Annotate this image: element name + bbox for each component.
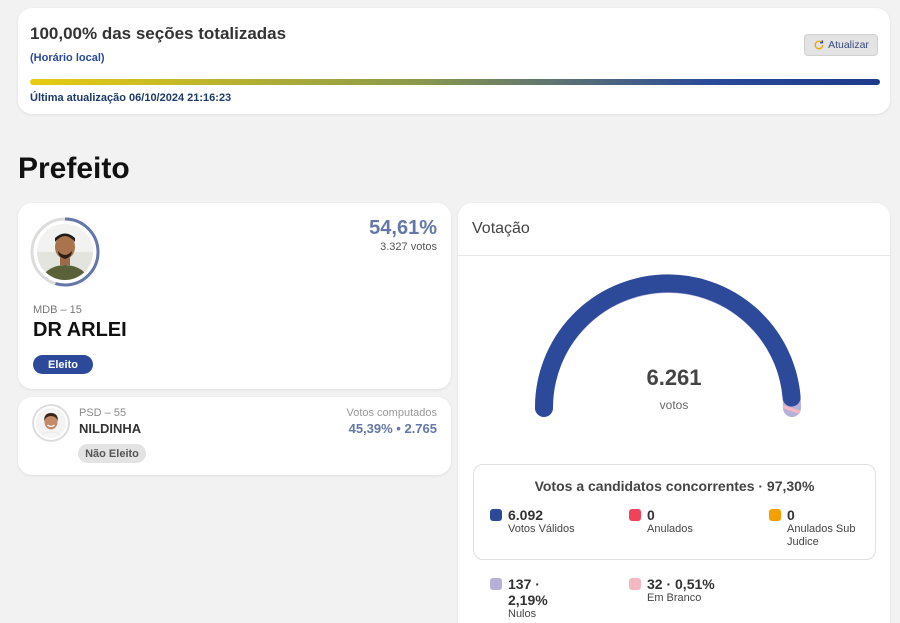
divider [458, 255, 890, 256]
candidate-photo-avatar [32, 404, 70, 442]
legend-value: 0 [647, 507, 655, 523]
progress-fill [30, 79, 880, 85]
refresh-button[interactable]: Atualizar [804, 34, 878, 56]
legend-null-votes: 137 · 2,19% Nulos [490, 576, 580, 621]
elected-badge: Eleito [33, 355, 93, 374]
candidate-card-winner[interactable]: 54,61% 3.327 votos MDB – 15 DR ARLEI Ele… [18, 203, 451, 389]
voting-title: Votação [472, 220, 530, 237]
section-title: Prefeito [18, 152, 130, 185]
total-votes-unit: votos [659, 398, 689, 412]
legend-label: Nulos [508, 608, 537, 620]
legend-color-swatch [769, 509, 781, 521]
legend-annulled-sub-judice: 0 Anulados Sub Judice [769, 507, 879, 549]
refresh-icon [814, 40, 824, 50]
legend-color-swatch [629, 509, 641, 521]
legend-color-swatch [490, 509, 502, 521]
total-votes: 6.261 [646, 365, 702, 390]
totalization-title: 100,00% das seções totalizadas [30, 24, 287, 43]
computed-votes-label: Votos computados [346, 407, 437, 419]
winner-vote-count: 3.327 votos [380, 241, 437, 253]
legend-color-swatch [490, 578, 502, 590]
legend-value: 137 · 2,19% [508, 576, 548, 608]
local-time-note: (Horário local) [30, 52, 105, 64]
winner-vote-percentage: 54,61% [369, 217, 437, 239]
concurrent-votes-title: Votos a candidatos concorrentes · 97,30% [534, 478, 815, 494]
legend-annulled: 0 Anulados [629, 507, 693, 536]
legend-blank-votes: 32 · 0,51% Em Branco [629, 576, 715, 605]
legend-label: Em Branco [647, 592, 702, 604]
runner-up-party-number: PSD – 55 [79, 407, 127, 419]
legend-value: 32 · 0,51% [647, 576, 715, 592]
voting-summary-card: Votação 6.261 votos Votos a candidatos c… [458, 203, 890, 623]
legend-value: 0 [787, 507, 795, 523]
winner-name: DR ARLEI [33, 319, 127, 341]
legend-color-swatch [629, 578, 641, 590]
legend-label: Votos Válidos [508, 523, 575, 535]
legend-value: 6.092 [508, 507, 544, 523]
status-card: 100,00% das seções totalizadas (Horário … [18, 8, 890, 114]
totalization-progress-bar [30, 79, 880, 85]
runner-up-name: NILDINHA [79, 421, 142, 436]
legend-label: Anulados Sub Judice [787, 523, 856, 548]
last-update-text: Última atualização 06/10/2024 21:16:23 [30, 92, 232, 104]
legend-label: Anulados [647, 523, 693, 535]
legend-valid-votes: 6.092 Votos Válidos [490, 507, 575, 536]
winner-party-number: MDB – 15 [33, 304, 82, 316]
runner-up-votes: 45,39% • 2.765 [348, 421, 437, 436]
candidate-card-runner-up[interactable]: PSD – 55 NILDINHA Votos computados 45,39… [18, 397, 451, 475]
candidate-photo-avatar [30, 217, 100, 287]
not-elected-badge: Não Eleito [78, 444, 146, 463]
refresh-label: Atualizar [828, 39, 869, 51]
